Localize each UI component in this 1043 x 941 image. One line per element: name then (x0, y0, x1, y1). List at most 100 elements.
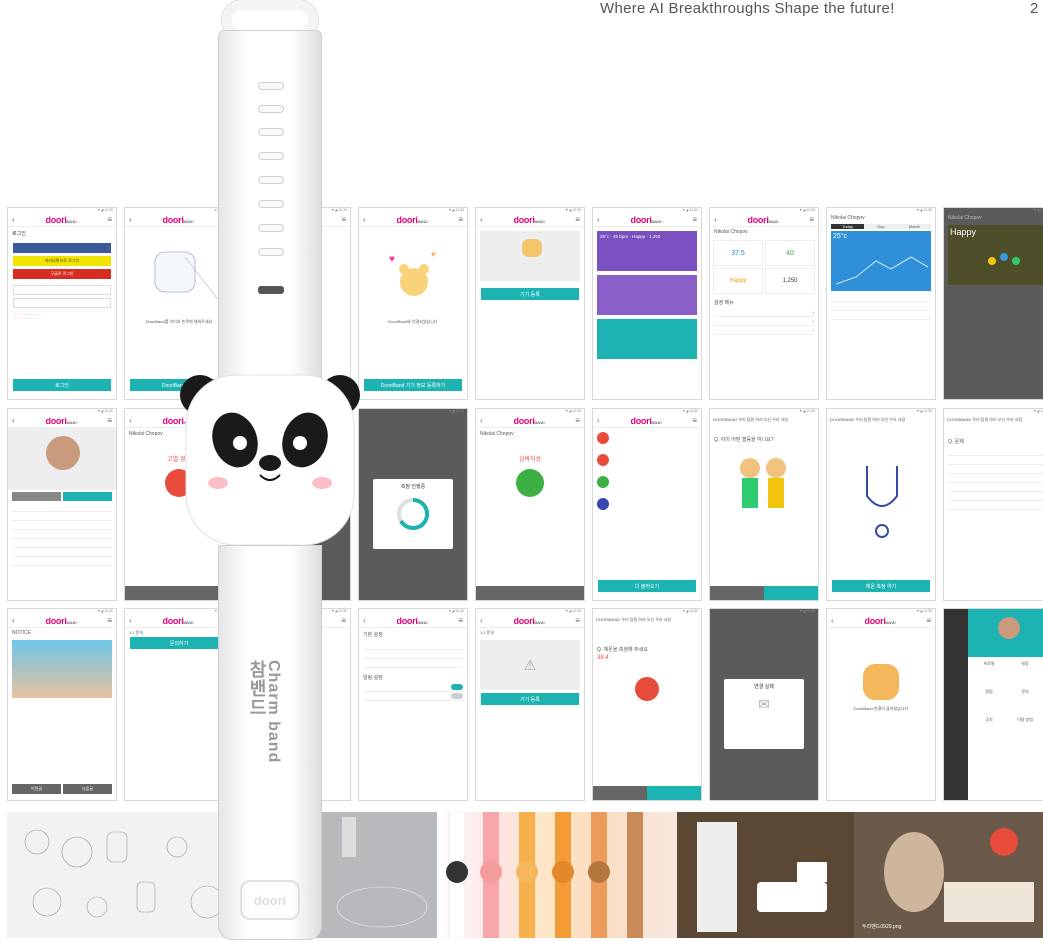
option-item[interactable] (948, 465, 1043, 474)
menu-item-notice[interactable]: 공지 (974, 717, 1004, 739)
question-text: Q. 문제 (948, 439, 964, 445)
screen-title: DOORIBAND 우리 팀원 하러 오신 우리 사람 (947, 417, 1023, 422)
modal-title: 연결 실패 (754, 684, 774, 690)
menu-item-alerts[interactable]: 알림 (974, 689, 1004, 711)
screen-title: DOORIBAND 우리 팀원 하러 오신 우리 사람 (596, 617, 672, 622)
avatar (998, 617, 1020, 639)
option-item[interactable] (948, 501, 1043, 510)
menu-item-inquiry[interactable]: 문의 (1010, 689, 1040, 711)
list-item[interactable]: › (714, 326, 814, 335)
screen-title: 로그인 (12, 231, 26, 237)
heart-icon (516, 469, 544, 497)
tab-month[interactable]: Month (897, 224, 931, 229)
child-card[interactable] (597, 319, 697, 359)
temperature-stat: 37.5 (713, 240, 763, 266)
option-item[interactable] (948, 447, 1043, 456)
warning-icon: ⚠ (480, 640, 580, 690)
child-card[interactable]: 25°c · 40 bpm · Happy · 1,250 (597, 231, 697, 271)
option-item[interactable] (948, 456, 1043, 465)
tab-day[interactable]: Day (864, 224, 898, 229)
screen-title: NOTICE (12, 630, 31, 636)
steps-stat: 1,250 (765, 268, 815, 294)
toggle-switch[interactable] (451, 693, 463, 699)
progress-ring (397, 497, 430, 530)
section-title: 기본 설정 (363, 632, 383, 638)
load-more-button[interactable]: 더 불러오기 (598, 580, 696, 592)
menu-icon[interactable]: ≡ (107, 215, 112, 224)
option-item[interactable] (948, 474, 1043, 483)
screen-measuring: ▼◢ 12:30 측정 진행중 (358, 408, 468, 601)
connected-text: DooriBand와 연결되었습니다 (388, 319, 438, 324)
email-field[interactable] (13, 285, 111, 295)
back-icon[interactable]: ‹ (12, 215, 15, 224)
temperature-value: 25°c (833, 233, 848, 240)
screen-settings: ▼◢ 12:30 ‹ dooriBAND ≡ 기본 설정 알림 설정 (358, 608, 468, 801)
screen-register: ▼◢ 12:30 ‹ dooriBAND ≡ 기기 등록 (475, 207, 585, 400)
next-button[interactable]: 다음글 (63, 784, 112, 794)
screen-notice: ▼◢ 12:30 ‹ dooriBAND ≡ NOTICE 이전글 다음글 (7, 608, 117, 801)
toggle-switch[interactable] (451, 684, 463, 690)
disconnected-text: DooriBand 연결이 끊어졌습니다 (853, 706, 909, 711)
list-item[interactable]: › (714, 308, 814, 317)
envelope-icon: ✉ (758, 696, 770, 712)
screen-title: 1:1 문의 (480, 630, 495, 635)
option-item[interactable] (948, 483, 1043, 492)
back-icon[interactable]: ‹ (129, 215, 132, 224)
fail-modal: 연결 실패 ✉ (724, 679, 804, 749)
logo: dooriBAND (45, 214, 77, 225)
kids-illustration (740, 458, 786, 508)
option-item[interactable] (948, 492, 1043, 501)
video-panel: 두리밴드0929.png (854, 812, 1043, 938)
band-brand-text-ko: 참밴드 (247, 660, 267, 717)
screen-disconnected: ▼◢ 12:30 ‹ dooriBAND ≡ DooriBand 연결이 끊어졌습니… (826, 608, 936, 801)
temperature-line (835, 256, 929, 285)
facebook-login-button[interactable] (13, 243, 111, 253)
screen-chart: ▼◢ 12:30 Nikolai Chopov Today Day Month … (826, 207, 936, 400)
packaging-panel (677, 812, 854, 938)
svg-text:♥: ♥ (389, 254, 395, 265)
list-item[interactable]: › (714, 317, 814, 326)
device-register-button[interactable]: 기기 등록 (481, 288, 579, 300)
screen-title: DOORIBAND 우리 팀원 하러 오신 우리 사람 (830, 417, 906, 422)
mood-stat: Happy (713, 268, 763, 294)
alert-title: 심박이상 (518, 457, 542, 463)
screen-error: ▼◢ 12:30 ‹ dooriBAND ≡ 1:1 문의 ⚠ 기기 등록 (475, 608, 585, 801)
child-name: Nikolai Chopov (480, 431, 514, 437)
modal-title: 측정 진행중 (400, 484, 426, 490)
kakao-login-button[interactable]: 카카오톡으로 로그인 (13, 256, 111, 266)
heart-rate-stat: 40 (765, 240, 815, 266)
prev-button[interactable]: 이전글 (12, 784, 61, 794)
page-number: 2 (1030, 0, 1039, 17)
bear-icon (522, 239, 542, 257)
register-info-button[interactable]: DooriBand 기기 정보 등록하기 (364, 379, 462, 391)
settings-section-label: 설정 메뉴 (714, 300, 734, 306)
password-field[interactable] (13, 298, 111, 308)
screen-title: DOORIBAND 우리 팀원 하러 오신 우리 사람 (713, 417, 789, 422)
menu-item-guide[interactable]: 이용 방법 (1010, 717, 1040, 739)
question-text: Q. 체온을 측정해 주세요 (597, 647, 648, 653)
google-login-button[interactable]: 구글로 로그인 (13, 269, 111, 279)
strap-slot (258, 286, 284, 294)
video-caption: 두리밴드0929.png (862, 924, 902, 930)
question-text: Q. 아이 어떤 행동을 하나요? (714, 437, 774, 443)
slogan-text: Where AI Breakthroughs Shape the future! (600, 0, 895, 17)
screen-dashboard: ▼◢ 12:30 ‹ dooriBAND ≡ Nikolai Chopov 37.5… (709, 207, 819, 400)
menu-item-profile[interactable]: 프로필 (974, 661, 1004, 683)
panda-face (180, 374, 360, 546)
tab-today[interactable]: Today (831, 224, 865, 229)
stethoscope-icon (866, 466, 898, 538)
temperature-value: 38.4 (597, 655, 609, 661)
menu-item-settings[interactable]: 설정 (1010, 661, 1040, 683)
clasp-logo: doori (240, 880, 300, 920)
login-button[interactable]: 로그인 (13, 379, 111, 391)
screen-quiz-steth: ▼◢ 12:30 DOORIBAND 우리 팀원 하러 오신 우리 사람 체온 … (826, 408, 936, 601)
device-register-button[interactable]: 기기 등록 (481, 693, 579, 705)
svg-text:♥: ♥ (431, 250, 436, 259)
child-card[interactable] (597, 275, 697, 315)
video-still (884, 828, 1034, 922)
measure-button[interactable]: 체온 측정 하기 (832, 580, 930, 592)
screen-login: ▼◢ 12:30 ‹ dooriBAND ≡ 로그인 카카오톡으로 로그인 구글로 … (7, 207, 117, 400)
child-name: Nikolai Chopov (948, 215, 982, 221)
screen-connected: ▼◢ 12:30 ‹ dooriBAND ≡ ♥ ♥ DooriBand와 연결되었습… (358, 207, 468, 400)
screen-side-menu: 프로필 설정 알림 문의 공지 이용 방법 (943, 608, 1043, 801)
